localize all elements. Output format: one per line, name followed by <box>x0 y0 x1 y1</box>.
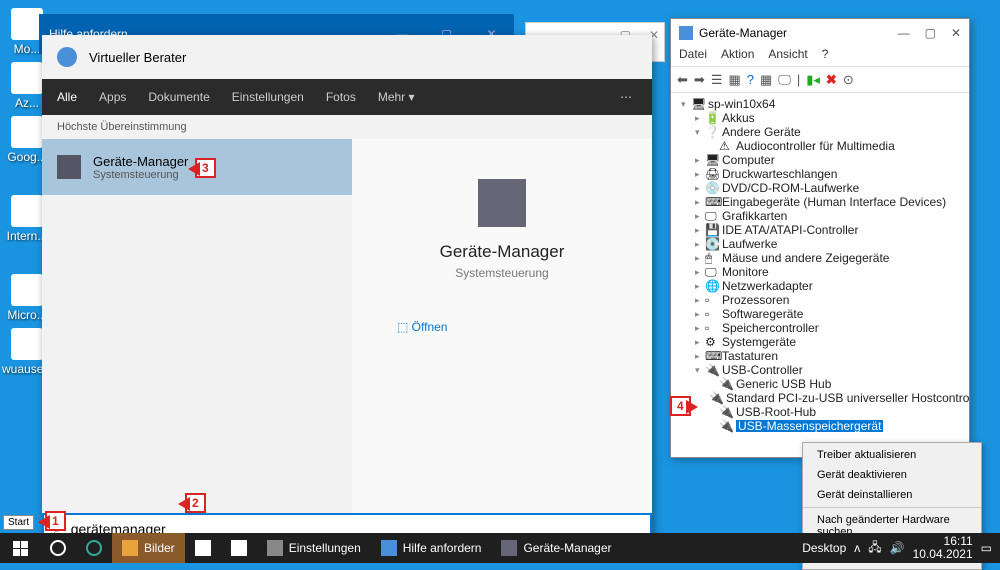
annotation-2: 2 <box>185 493 206 513</box>
tree-node[interactable]: ▸⌨Eingabegeräte (Human Interface Devices… <box>681 195 969 209</box>
network-icon[interactable]: 🖧 <box>868 538 881 559</box>
device-manager-window: Geräte-Manager —▢✕ Datei Aktion Ansicht … <box>670 18 970 458</box>
tree-node[interactable]: ▸🖨Druckwarteschlangen <box>681 167 969 181</box>
tab-documents[interactable]: Dokumente <box>148 90 209 104</box>
tab-all[interactable]: Alle <box>57 90 77 104</box>
edge-button[interactable] <box>76 533 112 563</box>
start-tooltip: Start <box>3 515 34 530</box>
tree-node[interactable]: ⚠Audiocontroller für Multimedia <box>681 139 969 153</box>
search-header: Virtueller Berater <box>42 35 652 79</box>
taskbar-item[interactable]: Einstellungen <box>257 533 371 563</box>
close-button[interactable]: ✕ <box>951 26 961 40</box>
clock[interactable]: 16:1110.04.2021 <box>913 535 973 561</box>
tree-node[interactable]: ▸💾IDE ATA/ATAPI-Controller <box>681 223 969 237</box>
maximize-button[interactable]: ▢ <box>925 26 936 40</box>
tree-node[interactable]: ▸🖵Grafikkarten <box>681 209 969 223</box>
preview-subtitle: Systemsteuerung <box>352 266 652 280</box>
taskbar: Bilder Einstellungen Hilfe anfordern Ger… <box>0 533 1000 563</box>
menu-help[interactable]: ? <box>822 47 829 66</box>
tree-node-selected[interactable]: 🔌USB-Massenspeichergerät <box>681 419 969 433</box>
tree-node[interactable]: ▸💽Laufwerke <box>681 237 969 251</box>
annotation-1: 1 <box>45 511 66 531</box>
toolbar: ⬅ ➡ ☰ ▦ ? ▦ 🖵 | ▮◂ ✖ ⊙ <box>671 67 969 93</box>
feedback-icon[interactable]: ⋯ <box>620 90 632 104</box>
tree-node[interactable]: ▸💿DVD/CD-ROM-Laufwerke <box>681 181 969 195</box>
taskbar-mail[interactable] <box>221 533 257 563</box>
preview-pane: Geräte-Manager Systemsteuerung Öffnen <box>352 139 652 513</box>
assistant-title: Virtueller Berater <box>89 50 186 65</box>
ctx-disable-device[interactable]: Gerät deaktivieren <box>803 465 981 485</box>
window-title: Geräte-Manager <box>699 26 787 40</box>
result-subtitle: Systemsteuerung <box>93 169 188 181</box>
toolbar-icon[interactable]: ▦ <box>728 72 740 88</box>
tree-node[interactable]: ▸⚙Systemgeräte <box>681 335 969 349</box>
tab-more[interactable]: Mehr ▾ <box>378 90 415 104</box>
menu-file[interactable]: Datei <box>679 47 707 66</box>
tree-root[interactable]: ▾🖥sp-win10x64 <box>681 97 969 111</box>
assistant-icon <box>57 47 77 67</box>
chevron-up-icon[interactable]: ᴧ <box>854 541 860 555</box>
tree-node[interactable]: ▸▫Prozessoren <box>681 293 969 307</box>
tree-node[interactable]: ▸🔋Akkus <box>681 111 969 125</box>
taskbar-item[interactable]: Bilder <box>112 533 185 563</box>
tree-node[interactable]: ▸🖵Monitore <box>681 265 969 279</box>
toolbar-icon[interactable]: 🖵 <box>778 72 791 88</box>
forward-icon[interactable]: ➡ <box>694 72 705 88</box>
start-button[interactable] <box>0 533 40 563</box>
devicemanager-icon <box>57 155 81 179</box>
tab-photos[interactable]: Fotos <box>326 90 356 104</box>
tree-node[interactable]: 🔌USB-Root-Hub <box>681 405 969 419</box>
tree-node[interactable]: ▸🖱Mäuse und andere Zeigegeräte <box>681 251 969 265</box>
devicemanager-icon <box>478 179 526 227</box>
tree-node[interactable]: ▾❔Andere Geräte <box>681 125 969 139</box>
taskbar-item[interactable]: Geräte-Manager <box>491 533 621 563</box>
tree-node[interactable]: ▸⌨Tastaturen <box>681 349 969 363</box>
open-action[interactable]: Öffnen <box>352 320 652 334</box>
tree-node[interactable]: ▸▫Softwaregeräte <box>681 307 969 321</box>
tree-node[interactable]: ▸▫Speichercontroller <box>681 321 969 335</box>
taskbar-store[interactable] <box>185 533 221 563</box>
tree-node[interactable]: ▸🖥Computer <box>681 153 969 167</box>
preview-title: Geräte-Manager <box>352 242 652 262</box>
tree-node[interactable]: 🔌Generic USB Hub <box>681 377 969 391</box>
ctx-uninstall-device[interactable]: Gerät deinstallieren <box>803 485 981 505</box>
enable-icon[interactable]: ▮◂ <box>806 72 820 88</box>
tree-node-usb[interactable]: ▾🔌USB-Controller <box>681 363 969 377</box>
annotation-4: 4 <box>670 396 691 416</box>
help-icon[interactable]: ? <box>747 72 754 87</box>
toolbar-icon[interactable]: ☰ <box>711 72 723 88</box>
cortana-button[interactable] <box>40 533 76 563</box>
result-title: Geräte-Manager <box>93 154 188 169</box>
search-panel: Virtueller Berater Alle Apps Dokumente E… <box>42 35 652 545</box>
disable-icon[interactable]: ✖ <box>826 72 837 88</box>
tab-settings[interactable]: Einstellungen <box>232 90 304 104</box>
ctx-update-driver[interactable]: Treiber aktualisieren <box>803 445 981 465</box>
volume-icon[interactable]: 🔊 <box>890 541 905 555</box>
best-match-label: Höchste Übereinstimmung <box>42 115 652 139</box>
desktop-toolbar[interactable]: Desktop <box>802 541 846 555</box>
tab-apps[interactable]: Apps <box>99 90 126 104</box>
back-icon[interactable]: ⬅ <box>677 72 688 88</box>
devicemanager-icon <box>679 26 693 40</box>
search-tabs: Alle Apps Dokumente Einstellungen Fotos … <box>42 79 652 115</box>
minimize-button[interactable]: — <box>898 26 910 40</box>
toolbar-icon[interactable]: ▦ <box>760 72 772 88</box>
tree-node[interactable]: ▸🌐Netzwerkadapter <box>681 279 969 293</box>
menu-view[interactable]: Ansicht <box>768 47 807 66</box>
device-tree: ▾🖥sp-win10x64 ▸🔋Akkus ▾❔Andere Geräte ⚠A… <box>671 93 969 437</box>
tree-node[interactable]: 🔌Standard PCI-zu-USB universeller Hostco… <box>681 391 969 405</box>
menu-action[interactable]: Aktion <box>721 47 754 66</box>
notifications-icon[interactable]: ▭ <box>981 541 992 555</box>
taskbar-item[interactable]: Hilfe anfordern <box>371 533 492 563</box>
toolbar-icon[interactable]: ⊙ <box>843 72 854 88</box>
annotation-3: 3 <box>195 158 216 178</box>
